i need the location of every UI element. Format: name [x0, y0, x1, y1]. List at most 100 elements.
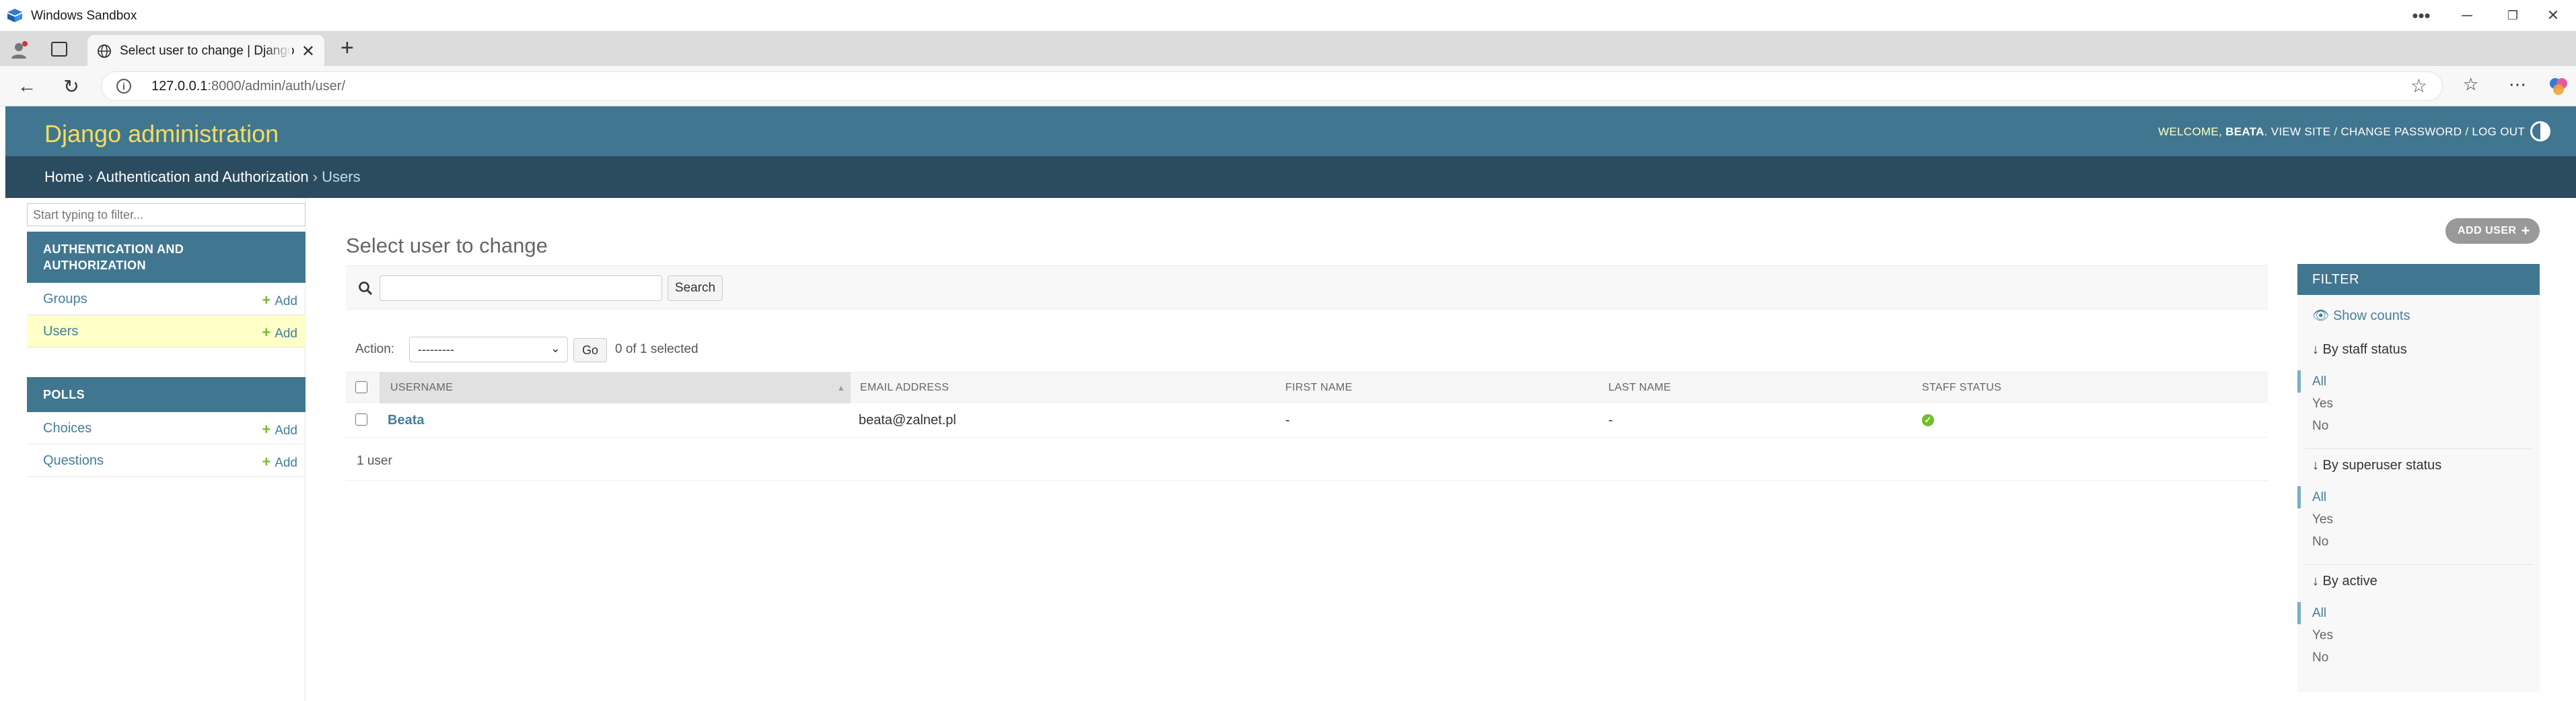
close-window-button[interactable]: ✕: [2530, 0, 2576, 31]
browser-toolbar: ← ↻ i 127.0.0.1:8000/admin/auth/user/ ☆ …: [0, 66, 2576, 106]
sidebar-item-choices[interactable]: Choices + Add: [27, 412, 306, 444]
filter-group-title: ↓ By active: [2312, 574, 2377, 589]
filter-option-no[interactable]: No: [2297, 531, 2540, 553]
filter-option-all[interactable]: All: [2297, 370, 2540, 393]
add-groups-link[interactable]: + Add: [262, 292, 297, 309]
url-text[interactable]: 127.0.0.1:8000/admin/auth/user/: [151, 79, 345, 94]
row-select-checkbox[interactable]: [355, 413, 367, 426]
favorite-star-icon[interactable]: ☆: [2410, 75, 2427, 97]
filter-option-yes[interactable]: Yes: [2297, 624, 2540, 646]
new-tab-icon[interactable]: +: [341, 35, 354, 61]
site-brand[interactable]: Django administration: [44, 120, 279, 148]
filter-option-all[interactable]: All: [2297, 486, 2540, 508]
minimize-button[interactable]: ─: [2444, 0, 2490, 31]
tab-active[interactable]: Select user to change | Django site admi…: [87, 35, 324, 66]
restore-button[interactable]: ❐: [2490, 0, 2536, 31]
table-row: Beata beata@zalnet.pl - - ✓: [346, 403, 2268, 438]
site-info-icon[interactable]: i: [116, 79, 131, 94]
filter-option-all[interactable]: All: [2297, 602, 2540, 624]
settings-more-icon[interactable]: ⋯: [2509, 74, 2526, 95]
sidebar-item-users[interactable]: Users + Add: [27, 315, 306, 347]
breadcrumb-separator: ›: [308, 168, 322, 185]
sort-ascending-icon[interactable]: ▲: [837, 372, 845, 403]
model-link-users[interactable]: Users: [43, 324, 78, 339]
tab-title-fade: [265, 40, 292, 61]
column-header-username[interactable]: Username ▲: [380, 372, 851, 403]
window-titlebar: Windows Sandbox ••• ─ ❐ ✕: [0, 0, 2576, 31]
breadcrumb: Home › Authentication and Authorization …: [5, 156, 2576, 198]
tab-actions-icon[interactable]: [51, 42, 67, 57]
column-header-email[interactable]: Email address: [860, 372, 949, 403]
add-users-link[interactable]: + Add: [262, 324, 297, 341]
back-arrow-icon[interactable]: ←: [15, 74, 39, 98]
nav-filter-input[interactable]: [27, 203, 306, 226]
change-password-link[interactable]: Change password: [2340, 125, 2462, 138]
column-header-staff-status[interactable]: Staff status: [1922, 372, 2001, 403]
favorites-icon[interactable]: ☆: [2463, 74, 2478, 95]
copilot-icon[interactable]: [2548, 75, 2569, 97]
filter-divider: [2304, 448, 2533, 449]
site-header: Django administration Welcome, Beata. Vi…: [5, 106, 2576, 156]
cell-username: Beata: [388, 403, 424, 438]
filter-option-no[interactable]: No: [2297, 646, 2540, 669]
model-link-groups[interactable]: Groups: [43, 292, 87, 307]
nav-sidebar: Authentication and Authorization Groups …: [27, 198, 306, 701]
sidebar-item-questions[interactable]: Questions + Add: [27, 444, 306, 477]
select-all-checkbox[interactable]: [355, 381, 367, 393]
app-caption-auth[interactable]: Authentication and Authorization: [27, 232, 306, 283]
result-count: 1 user: [357, 454, 392, 468]
column-header-last-name[interactable]: Last name: [1608, 372, 1671, 403]
go-button[interactable]: Go: [573, 338, 607, 362]
address-bar[interactable]: i 127.0.0.1:8000/admin/auth/user/ ☆: [101, 71, 2443, 101]
theme-toggle-icon[interactable]: [2530, 121, 2550, 141]
add-label: Add: [275, 424, 297, 438]
window-title: Windows Sandbox: [31, 9, 137, 23]
filter-option-yes[interactable]: Yes: [2297, 393, 2540, 415]
breadcrumb-home[interactable]: Home: [44, 168, 84, 185]
filter-group-superuser-status: ↓ By superuser status All Yes No: [2297, 457, 2540, 553]
breadcrumb-separator: ›: [83, 168, 97, 185]
eye-icon: 👁: [2312, 308, 2330, 323]
add-plus-icon: +: [262, 421, 271, 438]
action-counter: 0 of 1 selected: [615, 342, 699, 356]
filter-option-yes[interactable]: Yes: [2297, 508, 2540, 531]
log-out-link[interactable]: Log out: [2472, 125, 2525, 138]
refresh-icon[interactable]: ↻: [59, 74, 83, 98]
cell-last-name: -: [1608, 413, 1613, 428]
user-link[interactable]: Beata: [388, 413, 424, 428]
action-selected-value: ---------: [418, 343, 454, 356]
app-caption-polls[interactable]: Polls: [27, 377, 306, 412]
changelist-search: Search: [346, 265, 2268, 310]
show-counts-link[interactable]: 👁 Show counts: [2312, 307, 2410, 324]
close-tab-icon[interactable]: ✕: [301, 42, 315, 61]
sidebar-item-groups[interactable]: Groups + Add: [27, 283, 306, 315]
welcome-label: Welcome,: [2158, 125, 2223, 138]
filter-title: Filter: [2297, 264, 2540, 295]
model-link-questions[interactable]: Questions: [43, 453, 104, 469]
add-plus-icon: +: [262, 324, 271, 341]
add-choices-link[interactable]: + Add: [262, 421, 297, 438]
column-label: Username: [390, 382, 454, 393]
column-header-first-name[interactable]: First name: [1285, 372, 1353, 403]
more-options-icon[interactable]: •••: [2398, 0, 2444, 31]
search-input[interactable]: [380, 275, 662, 301]
action-select[interactable]: --------- ⌄: [409, 337, 568, 362]
breadcrumb-current: Users: [322, 168, 361, 185]
add-label: Add: [275, 294, 297, 308]
search-button[interactable]: Search: [668, 275, 723, 301]
breadcrumb-app[interactable]: Authentication and Authorization: [96, 168, 309, 185]
add-questions-link[interactable]: + Add: [262, 453, 297, 471]
add-user-button[interactable]: Add user +: [2445, 218, 2540, 244]
separator: /: [2462, 125, 2472, 138]
model-link-choices[interactable]: Choices: [43, 421, 92, 436]
profile-icon[interactable]: [9, 40, 28, 59]
add-label: Add: [275, 327, 297, 341]
app-module-polls: Polls Choices + Add Questions + Add: [27, 377, 306, 477]
page-title: Select user to change: [346, 233, 548, 257]
app-module-auth: Authentication and Authorization Groups …: [27, 232, 306, 347]
filter-option-no[interactable]: No: [2297, 415, 2540, 437]
add-user-label: Add user: [2458, 225, 2517, 236]
url-host: 127.0.0.1: [151, 79, 208, 94]
view-site-link[interactable]: View site: [2271, 125, 2331, 138]
filter-divider: [2304, 564, 2533, 565]
